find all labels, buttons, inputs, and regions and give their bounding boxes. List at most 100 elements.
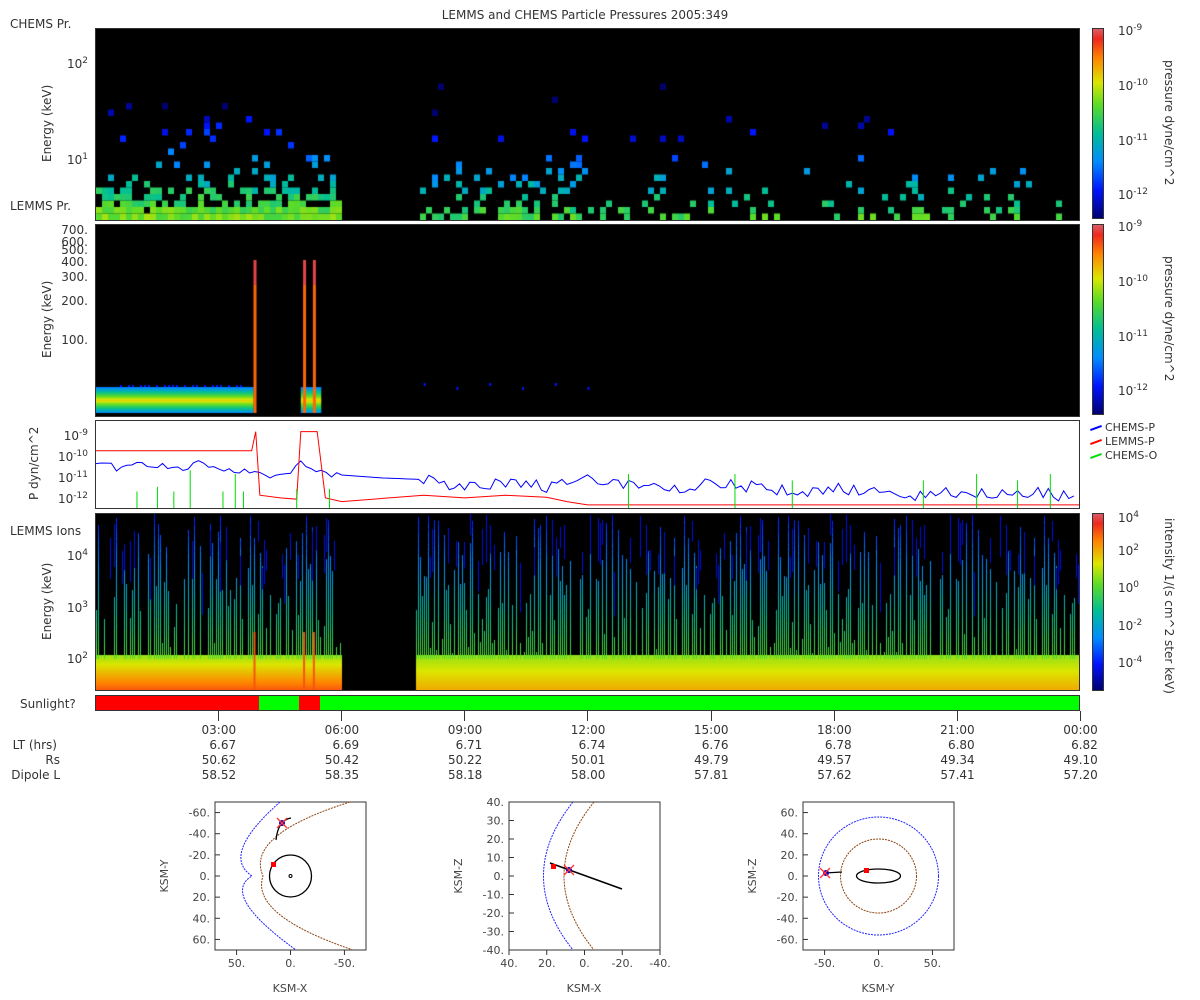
panel2-ytick: 100. — [61, 333, 88, 347]
orbit-ytick-label: 20. — [193, 891, 211, 904]
time-tick — [956, 711, 958, 721]
legend-swatch — [1090, 425, 1102, 431]
pressure-colorbar-tick: 10-10 — [1118, 274, 1148, 289]
orbit-ytick-label: 40. — [487, 796, 505, 809]
legend-item-chems-p: CHEMS-P — [1090, 421, 1155, 434]
orbit-axes-xy: -60. -40. -20. 0. 20. 40. 60. 50. 0. -50. KSM-X KSM… — [158, 807, 355, 995]
panel3-ytick: 10-9 — [63, 428, 88, 443]
bow-shock-curve — [543, 801, 574, 951]
chart-title: LEMMS and CHEMS Particle Pressures 2005:… — [441, 8, 729, 22]
legend-swatch — [1090, 439, 1102, 445]
sunlight-segment-shadow — [298, 696, 321, 710]
orbit-ytick-label: 60. — [781, 807, 799, 820]
pressure-line-svg — [95, 431, 1079, 508]
panel2-ytick: 200. — [61, 294, 88, 308]
ephem-time-value: 03:00 — [201, 723, 237, 737]
orbit-ytick-label: -30. — [483, 926, 504, 939]
orbit-ytick-label: 20. — [487, 833, 505, 846]
orbit-xtick-label: 0. — [873, 957, 884, 970]
ephem-rs-value: 49.10 — [1063, 753, 1098, 767]
lemms-panel-label: LEMMS Pr. — [10, 199, 72, 213]
ephem-lt-value: 6.67 — [209, 738, 237, 752]
intensity-colorbar-tick: 10-2 — [1118, 618, 1143, 633]
orbit-ytick-label: 10. — [487, 852, 505, 865]
ephem-lt-value: 6.69 — [332, 738, 360, 752]
orbit-ytick-label: 30. — [487, 815, 505, 828]
ephem-rs-value: 49.34 — [940, 753, 975, 767]
orbit-xlabel: KSM-X — [567, 982, 602, 995]
orbit-ytick-label: -20. — [483, 907, 504, 920]
chems-p-line — [95, 460, 1075, 502]
bow-shock-curve — [240, 801, 297, 951]
chems-pressure-spectrogram — [95, 28, 1080, 221]
legend-label: LEMMS-P — [1105, 435, 1155, 448]
trajectory — [549, 862, 623, 890]
panel3-ytick: 10-10 — [58, 449, 88, 464]
orbit-xtick-label: -50. — [814, 957, 835, 970]
magnetopause-curve — [259, 801, 354, 951]
chems-panel-label: CHEMS Pr. — [10, 17, 72, 31]
orbit-ytick-label: -60. — [189, 807, 210, 820]
legend-item-chems-o: CHEMS-O — [1090, 449, 1157, 462]
intensity-colorbar-tick: 104 — [1118, 510, 1140, 525]
panel1-ytick: 102 — [66, 56, 88, 71]
orbit-plot-yz: 60. 40. 20. 0. -20. -40. -60. -50. 0. 50. KSM-Y KSM… — [746, 801, 955, 995]
ephem-l-value: 57.62 — [817, 768, 852, 782]
pressure-line-plot — [95, 420, 1080, 509]
orbit-xtick-label: -40. — [649, 957, 670, 970]
orbit-ytick-label: 0. — [494, 870, 505, 883]
bow-shock-curve — [818, 816, 939, 936]
time-tick — [1079, 711, 1081, 721]
intensity-colorbar-tick: 10-4 — [1118, 655, 1143, 670]
start-marker — [551, 864, 556, 869]
orbit-xtick-label: -20. — [612, 957, 633, 970]
orbit-xtick-label: 0. — [285, 957, 296, 970]
orbit-xtick-label: 0. — [579, 957, 590, 970]
magnetopause-curve — [563, 801, 595, 951]
sunlight-segment-sun — [319, 696, 1080, 710]
panel1-ytick: 101 — [66, 152, 88, 167]
panel3-ytick: 10-12 — [58, 491, 88, 506]
sunlight-label: Sunlight? — [20, 697, 76, 711]
pressure-colorbar-tick: 10-10 — [1118, 78, 1148, 93]
orbit-ytick-label: -60. — [777, 933, 798, 946]
panel1-ylabel: Energy (keV) — [40, 84, 54, 162]
ephem-row-label-lt: LT (hrs) — [12, 738, 57, 752]
pressure-colorbar-tick: 10-11 — [1118, 133, 1148, 148]
orbit-axes-xz: 40.30.20.10.0.-10.-20.-30.-40.40. 20. 0. -2… — [452, 796, 671, 995]
orbit-ytick-label: -10. — [483, 889, 504, 902]
cross-marker — [563, 864, 575, 876]
ephem-rs-value: 49.79 — [694, 753, 729, 767]
time-tick — [218, 711, 220, 721]
intensity-colorbar-label: intensity 1/(s cm^2 ster keV) — [1162, 518, 1176, 694]
pressure-colorbar-label-1: pressure dyne/cm^2 — [1162, 60, 1176, 186]
ephem-row-label-dipole: Dipole L — [11, 768, 60, 782]
orbit-xlabel: KSM-Y — [861, 982, 894, 995]
orbit-xtick-label: -50. — [334, 957, 355, 970]
orbit-xlabel: KSM-X — [273, 982, 308, 995]
pressure-colorbar-tick: 10-12 — [1118, 187, 1148, 202]
ephem-rs-value: 50.42 — [324, 753, 360, 767]
ephem-lt-value: 6.78 — [824, 738, 852, 752]
orbit-xtick-label: 20. — [538, 957, 556, 970]
panel4-ytick: 102 — [66, 651, 88, 666]
intensity-colorbar-tick: 100 — [1118, 580, 1140, 595]
ephem-lt-value: 6.76 — [701, 738, 729, 752]
ephem-row-label-rs: Rs — [45, 753, 60, 767]
legend-item-lemms-p: LEMMS-P — [1090, 435, 1155, 448]
orbit-ytick-label: 60. — [193, 933, 211, 946]
panel4-ytick: 103 — [66, 600, 88, 615]
lemms-pressure-spectrogram — [95, 224, 1080, 417]
start-marker — [864, 868, 869, 873]
legend-label: CHEMS-P — [1105, 421, 1155, 434]
pressure-colorbar-tick: 10-9 — [1118, 219, 1143, 234]
orbit-ytick-label: 40. — [781, 828, 799, 841]
orbit-ylabel: KSM-Z — [746, 858, 759, 894]
magnetopause-curve — [840, 838, 917, 914]
ephem-time-value: 00:00 — [1063, 723, 1098, 737]
ephem-time-value: 06:00 — [324, 723, 360, 737]
intensity-colorbar — [1092, 513, 1104, 691]
intensity-colorbar-tick: 102 — [1118, 543, 1140, 558]
ephem-lt-value: 6.71 — [455, 738, 483, 752]
sunlight-bar — [95, 695, 1080, 711]
